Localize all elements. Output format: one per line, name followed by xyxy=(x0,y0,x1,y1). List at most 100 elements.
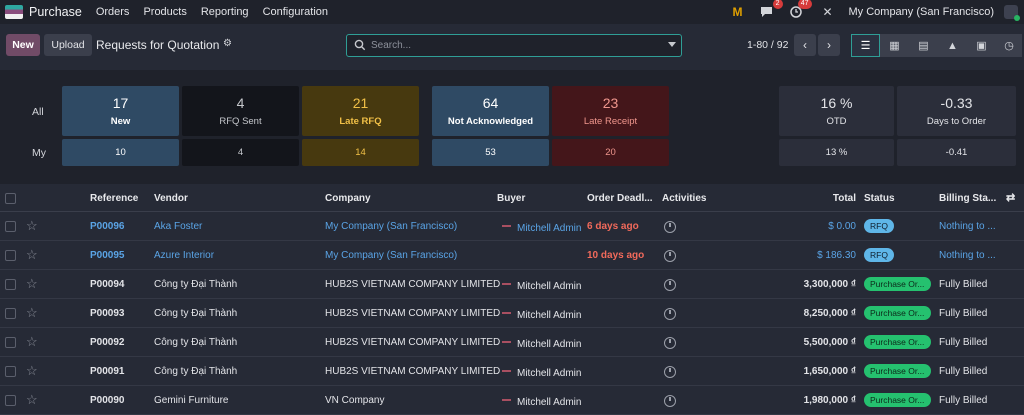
row-checkbox[interactable] xyxy=(5,279,16,290)
pager-next-button[interactable]: › xyxy=(818,34,840,56)
tile-all-not-acknowledged[interactable]: 64 Not Acknowledged xyxy=(432,86,549,136)
star-icon[interactable]: ☆ xyxy=(26,363,38,379)
row-checkbox[interactable] xyxy=(5,308,16,319)
tile-my-late-rfq[interactable]: 14 xyxy=(302,139,419,166)
star-icon[interactable]: ☆ xyxy=(26,247,38,263)
cell-reference: P00092 xyxy=(90,337,125,348)
tile-my-new[interactable]: 10 xyxy=(62,139,179,166)
tile-label: RFQ Sent xyxy=(219,116,262,127)
tile-value: 17 xyxy=(112,95,129,111)
activity-clock-icon[interactable]: 47 xyxy=(788,0,812,20)
purchase-app-icon[interactable] xyxy=(5,5,23,19)
cell-reference: P00096 xyxy=(90,221,125,232)
column-activities[interactable]: Activities xyxy=(662,193,706,204)
app-m-icon[interactable]: M xyxy=(730,4,746,20)
list-view-icon[interactable]: ☰ xyxy=(851,34,880,57)
kanban-view-icon[interactable]: ▦ xyxy=(880,34,909,57)
star-icon[interactable]: ☆ xyxy=(26,334,38,350)
cell-reference: P00090 xyxy=(90,395,125,406)
app-name[interactable]: Purchase xyxy=(29,5,82,19)
tile-all-new[interactable]: 17 New xyxy=(62,86,179,136)
kpi-days-to-order: -0.33 Days to Order xyxy=(897,86,1016,136)
cell-vendor: Gemini Furniture xyxy=(154,395,229,406)
column-billing-status[interactable]: Billing Sta... xyxy=(939,193,996,204)
top-navbar: Purchase Orders Products Reporting Confi… xyxy=(0,0,1024,24)
tile-my-not-acknowledged[interactable]: 53 xyxy=(432,139,549,166)
activity-clock-icon[interactable] xyxy=(664,250,676,262)
tile-value: 64 xyxy=(482,95,499,111)
tile-all-late-receipt[interactable]: 23 Late Receipt xyxy=(552,86,669,136)
buyer-avatar-icon xyxy=(502,370,511,372)
activity-clock-icon[interactable] xyxy=(664,279,676,291)
company-switcher[interactable]: My Company (San Francisco) xyxy=(849,6,995,18)
table-row[interactable]: ☆ P00091 Công ty Đại Thành HUB2S VIETNAM… xyxy=(0,357,1024,386)
status-badge: Purchase Or... xyxy=(864,393,931,407)
menu-products[interactable]: Products xyxy=(143,6,186,18)
row-checkbox[interactable] xyxy=(5,366,16,377)
new-button[interactable]: New xyxy=(6,34,40,56)
tools-icon[interactable]: ✕ xyxy=(820,4,836,20)
kpi-my-days-to-order: -0.41 xyxy=(897,139,1016,166)
tile-all-late-rfq[interactable]: 21 Late RFQ xyxy=(302,86,419,136)
star-icon[interactable]: ☆ xyxy=(26,218,38,234)
tile-label: New xyxy=(110,116,131,127)
activity-clock-icon[interactable] xyxy=(664,337,676,349)
cell-company: HUB2S VIETNAM COMPANY LIMITED xyxy=(325,337,501,348)
menu-orders[interactable]: Orders xyxy=(96,6,130,18)
buyer-avatar-icon xyxy=(502,312,511,314)
cell-billing-status: Fully Billed xyxy=(939,366,988,377)
star-icon[interactable]: ☆ xyxy=(26,276,38,292)
gear-icon[interactable]: ⚙ xyxy=(223,38,232,49)
menu-reporting[interactable]: Reporting xyxy=(201,6,249,18)
column-vendor[interactable]: Vendor xyxy=(154,193,188,204)
table-row[interactable]: ☆ P00094 Công ty Đại Thành HUB2S VIETNAM… xyxy=(0,270,1024,299)
table-row[interactable]: ☆ P00096 Aka Foster My Company (San Fran… xyxy=(0,212,1024,241)
column-order-deadline[interactable]: Order Deadl... xyxy=(587,193,653,204)
tile-my-late-receipt[interactable]: 20 xyxy=(552,139,669,166)
column-buyer[interactable]: Buyer xyxy=(497,193,525,204)
tile-my-rfq-sent[interactable]: 4 xyxy=(182,139,299,166)
activity-clock-icon[interactable] xyxy=(664,221,676,233)
row-checkbox[interactable] xyxy=(5,337,16,348)
table-row[interactable]: ☆ P00093 Công ty Đại Thành HUB2S VIETNAM… xyxy=(0,299,1024,328)
pager-value[interactable]: 1-80 / 92 xyxy=(747,39,788,51)
pager-previous-button[interactable]: ‹ xyxy=(794,34,816,56)
tile-label: Not Acknowledged xyxy=(447,116,534,127)
search-options-toggle-icon[interactable] xyxy=(668,42,676,47)
star-icon[interactable]: ☆ xyxy=(26,392,38,408)
select-all-checkbox[interactable] xyxy=(5,193,16,204)
graph-view-icon[interactable]: ▲ xyxy=(938,34,967,57)
table-header: Reference Vendor Company Buyer Order Dea… xyxy=(0,185,1024,212)
column-reference[interactable]: Reference xyxy=(90,193,138,204)
column-company[interactable]: Company xyxy=(325,193,371,204)
cell-buyer: Mitchell Admin xyxy=(517,281,582,292)
user-avatar[interactable] xyxy=(1004,5,1020,21)
kpi-otd: 16 % OTD xyxy=(779,86,894,136)
menu-configuration[interactable]: Configuration xyxy=(263,6,328,18)
table-row[interactable]: ☆ P00092 Công ty Đại Thành HUB2S VIETNAM… xyxy=(0,328,1024,357)
upload-button[interactable]: Upload xyxy=(44,34,92,56)
pivot-view-icon[interactable]: ▤ xyxy=(909,34,938,57)
activity-clock-icon[interactable] xyxy=(664,366,676,378)
row-checkbox[interactable] xyxy=(5,395,16,406)
chat-icon[interactable]: 2 xyxy=(759,0,783,20)
rfq-dashboard: All My 17 New 4 RFQ Sent 21 Late RFQ 64 … xyxy=(0,70,1024,184)
row-checkbox[interactable] xyxy=(5,221,16,232)
row-checkbox[interactable] xyxy=(5,250,16,261)
cell-billing-status: Nothing to ... xyxy=(939,221,996,232)
activity-clock-icon[interactable] xyxy=(664,308,676,320)
table-row[interactable]: ☆ P00095 Azure Interior My Company (San … xyxy=(0,241,1024,270)
chat-badge: 2 xyxy=(772,0,783,9)
column-status[interactable]: Status xyxy=(864,193,895,204)
tile-all-rfq-sent[interactable]: 4 RFQ Sent xyxy=(182,86,299,136)
activity-view-icon[interactable]: ◷ xyxy=(996,34,1022,57)
cell-company: HUB2S VIETNAM COMPANY LIMITED xyxy=(325,279,501,290)
star-icon[interactable]: ☆ xyxy=(26,305,38,321)
optional-columns-icon[interactable]: ⇄ xyxy=(1006,191,1015,204)
cell-reference: P00093 xyxy=(90,308,125,319)
table-row[interactable]: ☆ P00090 Gemini Furniture VN Company Mit… xyxy=(0,386,1024,415)
search-input[interactable] xyxy=(371,38,641,53)
activity-clock-icon[interactable] xyxy=(664,395,676,407)
calendar-view-icon[interactable]: ▣ xyxy=(967,34,996,57)
column-total[interactable]: Total xyxy=(833,193,856,204)
